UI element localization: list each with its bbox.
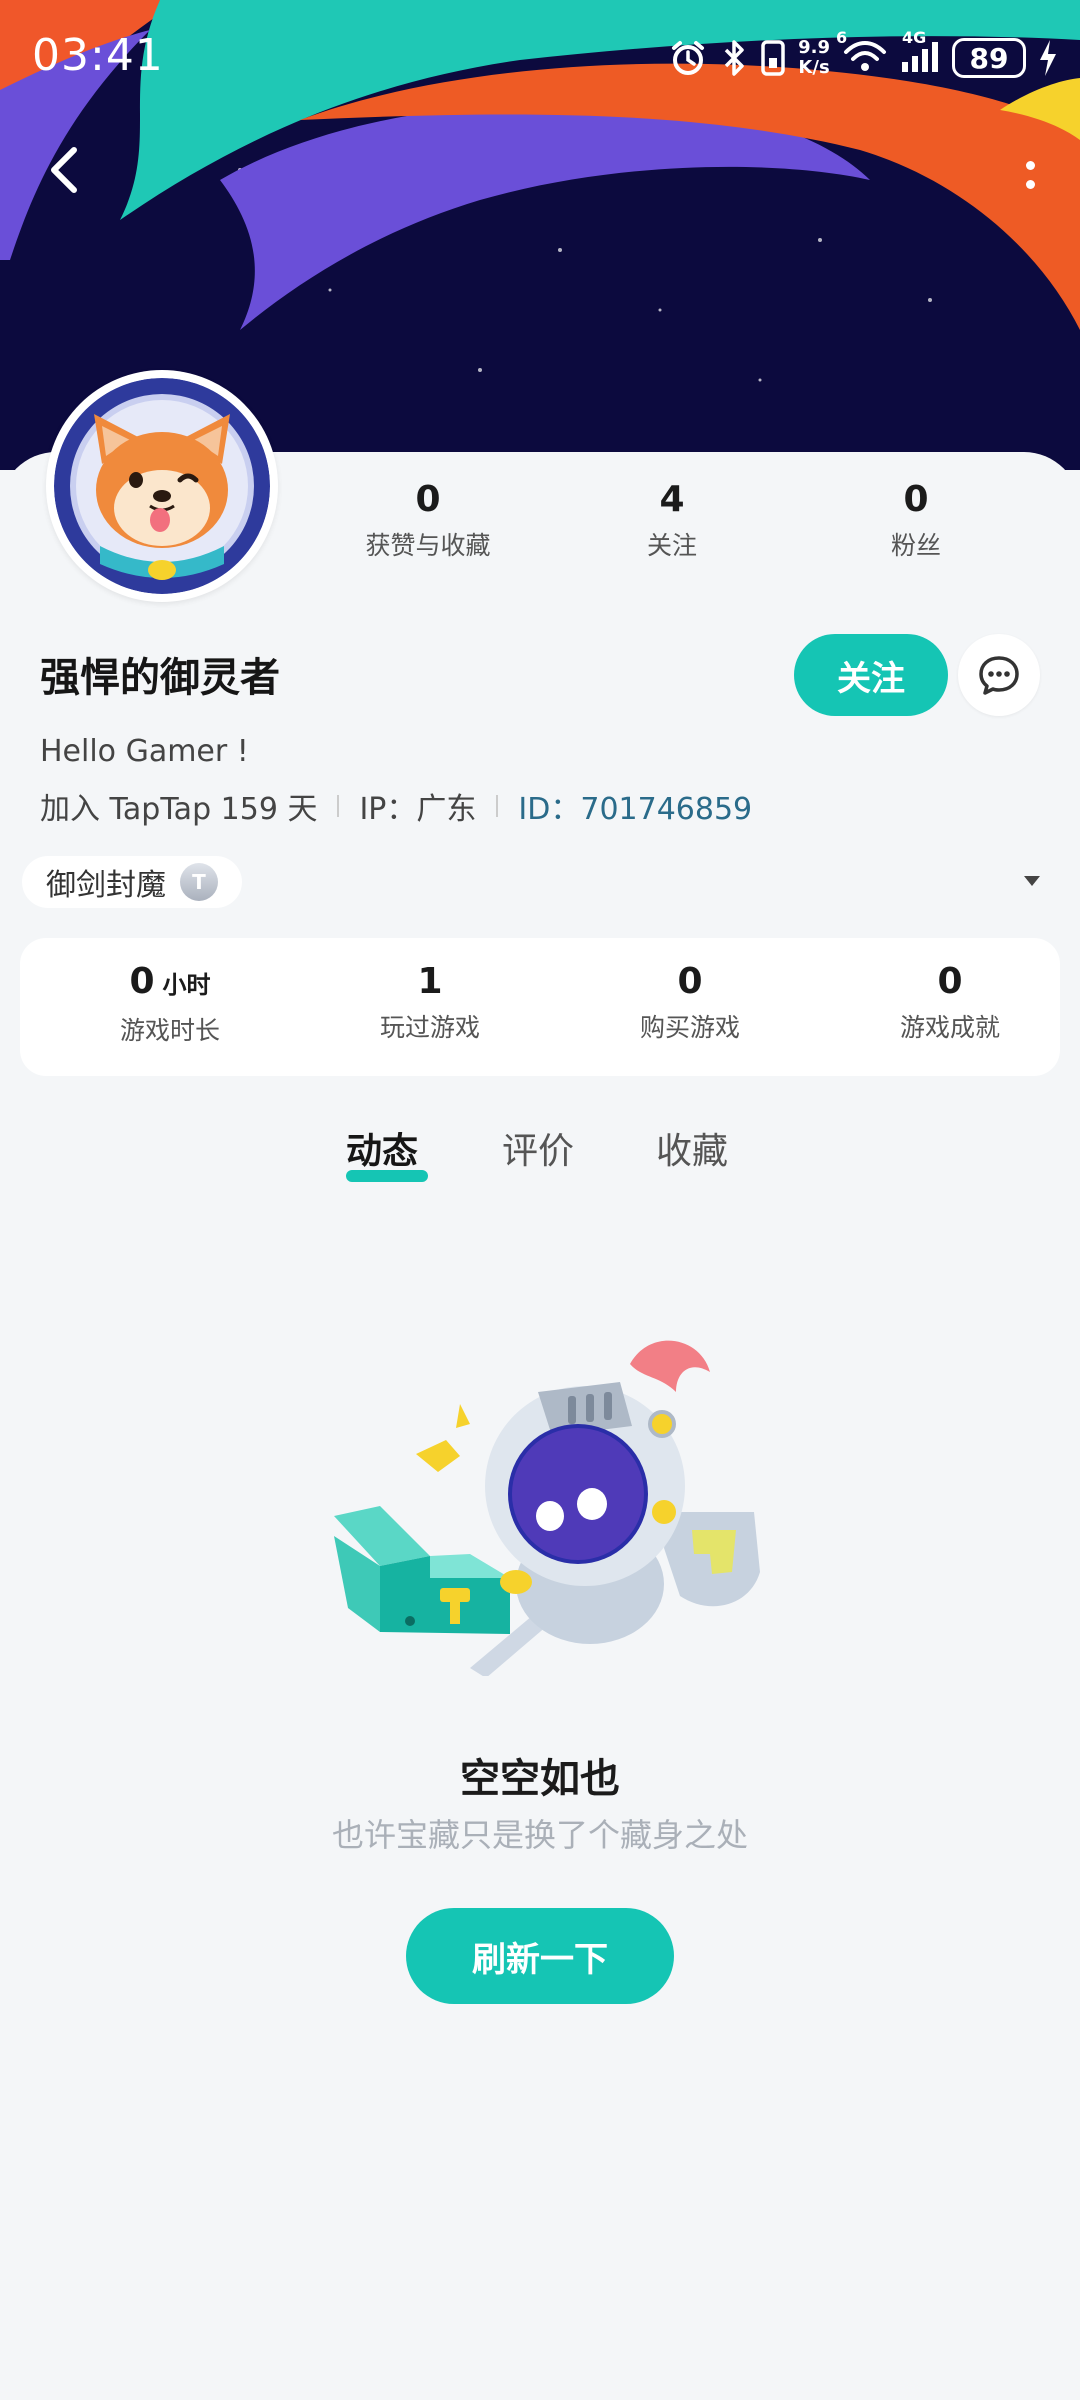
likes-label: 获赞与收藏 (365, 531, 491, 560)
alarm-icon (672, 41, 705, 75)
avatar[interactable] (46, 370, 278, 602)
treasure-chest-icon (334, 1506, 510, 1634)
meta-divider (337, 795, 340, 817)
username: 强悍的御灵者 (40, 655, 280, 701)
playtime-stat[interactable]: 0 小时 游戏时长 (60, 960, 280, 1047)
expand-arrow-icon[interactable] (1024, 876, 1040, 886)
following-stat[interactable]: 4 关注 (572, 478, 772, 562)
user-meta: 加入 TapTap 159 天 IP：广东 ID：701746859 (40, 784, 752, 828)
title-level-icon: T (180, 863, 218, 901)
profile-tabs: 动态 评价 收藏 (0, 1122, 1080, 1192)
playtime-label: 游戏时长 (119, 1016, 220, 1045)
sim-icon (761, 40, 785, 76)
purchased-games-label: 购买游戏 (639, 1013, 740, 1042)
ip-location: IP：广东 (359, 792, 477, 827)
following-label: 关注 (646, 531, 697, 560)
likes-count: 0 (415, 479, 441, 520)
chat-bubble-icon (979, 656, 1019, 695)
cell-tag: 4G (902, 28, 927, 47)
playtime-value: 0 (129, 961, 155, 1002)
game-stats-card: 0 小时 游戏时长 1 玩过游戏 0 购买游戏 0 游戏成就 (20, 938, 1060, 1076)
status-time: 03:41 (32, 30, 164, 81)
wifi-tag: 6 (836, 28, 848, 47)
more-dot-icon (1025, 161, 1035, 170)
played-games-label: 玩过游戏 (379, 1013, 480, 1042)
network-speed: 9.9 K/s (798, 37, 830, 78)
message-button[interactable] (958, 634, 1040, 716)
follow-button[interactable]: 关注 (794, 634, 948, 716)
empty-state-title: 空空如也 (460, 1756, 620, 1802)
played-games-value: 1 (417, 961, 443, 1002)
wifi-indicator: 6 (836, 28, 888, 80)
purchased-games-value: 0 (677, 961, 703, 1002)
bluetooth-icon (724, 40, 744, 76)
achievements-label: 游戏成就 (899, 1013, 1000, 1042)
more-options-button[interactable] (1010, 150, 1050, 200)
user-id[interactable]: ID：701746859 (518, 784, 752, 828)
playtime-unit: 小时 (162, 971, 211, 999)
back-button[interactable] (36, 140, 92, 200)
join-duration: 加入 TapTap 159 天 (40, 792, 318, 827)
tab-activity[interactable]: 动态 (346, 1122, 418, 1174)
achievements-value: 0 (937, 961, 963, 1002)
played-games-stat[interactable]: 1 玩过游戏 (320, 960, 540, 1044)
user-bio: Hello Gamer ! (40, 734, 249, 769)
title-badge-label: 御剑封魔 (46, 868, 166, 903)
achievements-stat[interactable]: 0 游戏成就 (840, 960, 1060, 1044)
back-arrow-icon (51, 147, 77, 193)
status-bar: 03:41 9.9 K/s 6 4G 89 (0, 0, 1080, 118)
user-title-badge[interactable]: 御剑封魔 T (22, 856, 242, 908)
battery-indicator: 89 (952, 38, 1026, 78)
likes-stat[interactable]: 0 获赞与收藏 (328, 478, 528, 562)
status-icons: 9.9 K/s 6 4G 89 (668, 28, 1058, 84)
followers-label: 粉丝 (890, 531, 941, 560)
purchased-games-stat[interactable]: 0 购买游戏 (580, 960, 800, 1044)
following-count: 4 (659, 479, 685, 520)
empty-state-subtitle: 也许宝藏只是换了个藏身之处 (331, 1816, 748, 1854)
refresh-button[interactable]: 刷新一下 (406, 1908, 674, 2004)
wifi-icon (844, 41, 886, 71)
tab-reviews[interactable]: 评价 (502, 1122, 574, 1174)
more-dot-icon (1025, 180, 1035, 189)
charging-icon (1040, 40, 1056, 76)
meta-divider (496, 795, 499, 817)
empty-knight-illustration (334, 1340, 760, 1676)
tab-favorites[interactable]: 收藏 (656, 1122, 728, 1174)
shiba-avatar-icon (54, 378, 270, 594)
cell-indicator: 4G (900, 28, 940, 80)
followers-stat[interactable]: 0 粉丝 (816, 478, 1016, 562)
followers-count: 0 (903, 479, 929, 520)
